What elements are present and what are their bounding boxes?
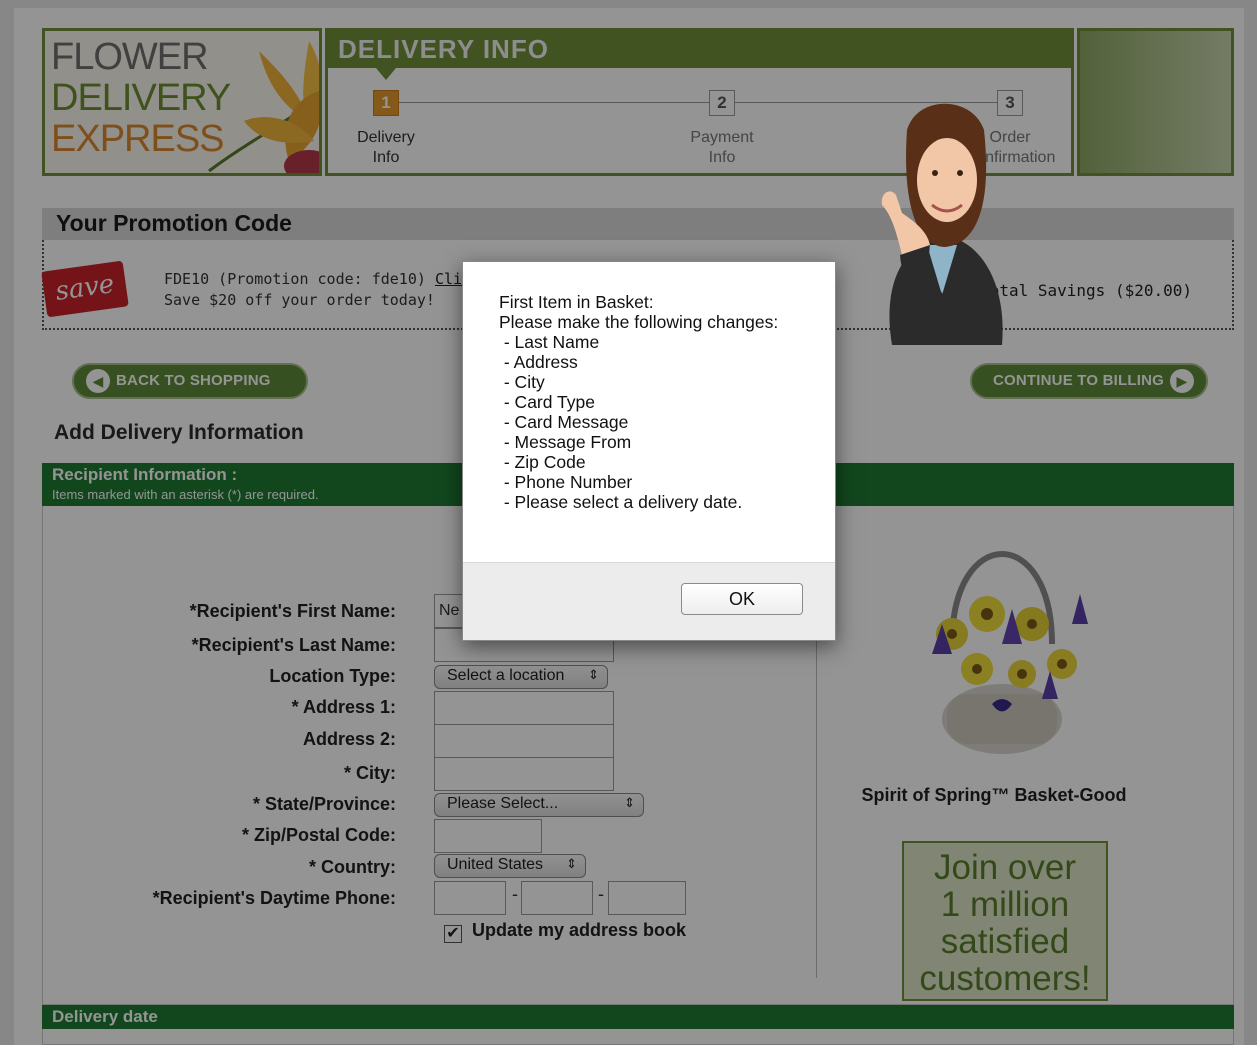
ok-button[interactable]: OK [681,583,803,615]
alert-message: First Item in Basket: Please make the fo… [499,292,779,512]
alert-footer: OK [463,562,835,640]
alert-dialog: First Item in Basket: Please make the fo… [462,261,836,641]
thumbs-up-woman-image [881,103,1003,345]
